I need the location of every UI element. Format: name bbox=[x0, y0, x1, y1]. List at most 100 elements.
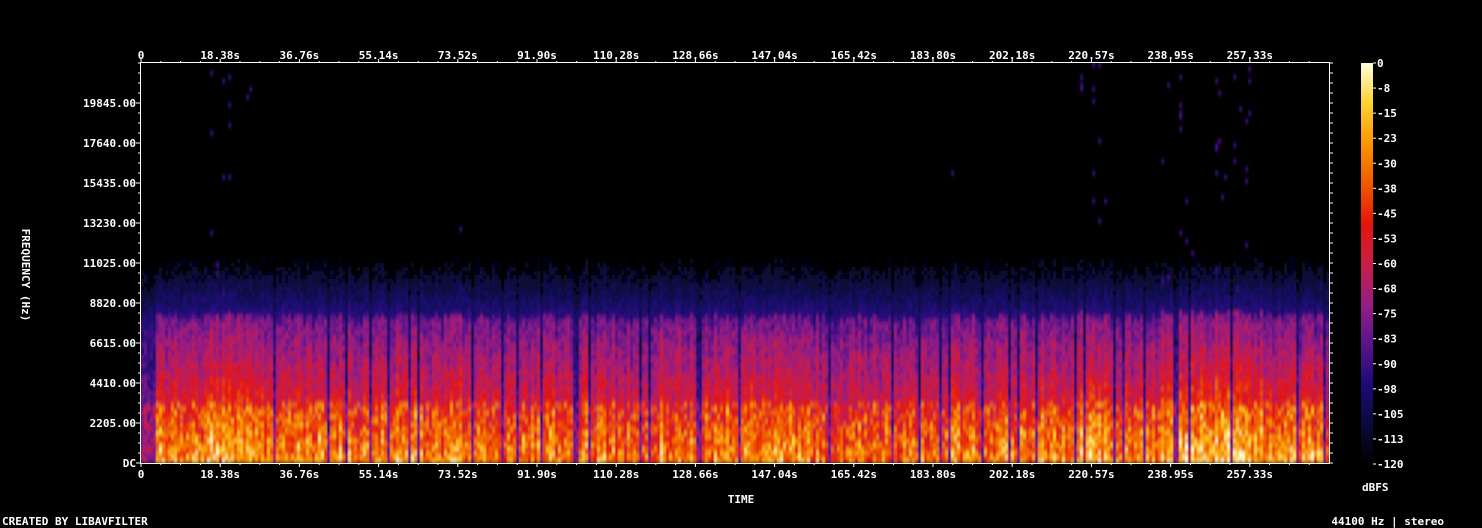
spectrogram-cell bbox=[357, 307, 361, 312]
spectrogram-cell bbox=[300, 283, 304, 288]
spectrogram-cell bbox=[198, 459, 202, 463]
spectrogram-cell bbox=[300, 367, 304, 372]
spectrogram-cell bbox=[189, 399, 193, 404]
spectrogram-cell bbox=[321, 327, 325, 332]
spectrogram-cell bbox=[291, 275, 295, 280]
spectrogram-cell bbox=[312, 451, 316, 456]
spectrogram-cell bbox=[384, 419, 388, 424]
spectrogram-cell bbox=[171, 375, 175, 380]
spectrogram-cell bbox=[213, 431, 217, 436]
spectrogram-cell bbox=[360, 303, 364, 308]
spectrogram-cell bbox=[147, 451, 151, 456]
spectrogram-cell bbox=[399, 291, 403, 296]
spectrogram-cell bbox=[246, 411, 250, 416]
spectrogram-cell bbox=[369, 399, 373, 404]
spectrogram-cell bbox=[186, 351, 190, 356]
spectrogram-cell bbox=[303, 307, 307, 312]
spectrogram-cell bbox=[276, 267, 280, 272]
spectrogram-cell bbox=[300, 263, 304, 268]
spectrogram-cell bbox=[300, 423, 304, 428]
spectrogram-cell bbox=[147, 275, 151, 280]
spectrogram-cell bbox=[396, 323, 400, 328]
spectrogram-cell bbox=[297, 419, 301, 424]
spectrogram-cell bbox=[417, 331, 421, 336]
spectrogram-cell bbox=[159, 423, 163, 428]
spectrogram-cell bbox=[360, 279, 364, 284]
spectrogram-cell bbox=[213, 359, 217, 364]
spectrogram-cell bbox=[234, 303, 238, 308]
spectrogram-cell bbox=[144, 363, 148, 368]
spectrogram-cell bbox=[378, 335, 382, 340]
spectrogram-cell bbox=[315, 439, 319, 444]
spectrogram-cell bbox=[354, 459, 358, 463]
spectrogram-cell bbox=[186, 427, 190, 432]
spectrogram-cell bbox=[285, 447, 289, 452]
spectrogram-cell bbox=[438, 431, 442, 436]
spectrogram-cell bbox=[411, 375, 415, 380]
spectrogram-cell bbox=[312, 447, 316, 452]
spectrogram-cell bbox=[447, 459, 451, 463]
spectrogram-cell bbox=[273, 431, 277, 436]
spectrogram-cell bbox=[372, 283, 376, 288]
spectrogram-cell bbox=[177, 411, 181, 416]
spectrogram-cell bbox=[336, 419, 340, 424]
spectrogram-cell bbox=[297, 311, 301, 316]
spectrogram-cell bbox=[192, 415, 196, 420]
spectrogram-cell bbox=[345, 327, 349, 332]
spectrogram-cell bbox=[372, 395, 376, 400]
spectrogram-cell bbox=[429, 419, 433, 424]
spectrogram-cell bbox=[399, 419, 403, 424]
spectrogram-cell bbox=[381, 307, 385, 312]
spectrogram-cell bbox=[231, 423, 235, 428]
spectrogram-cell bbox=[174, 415, 178, 420]
spectrogram-cell bbox=[156, 347, 160, 352]
spectrogram-cell bbox=[357, 291, 361, 296]
spectrogram-cell bbox=[279, 383, 283, 388]
spectrogram-cell bbox=[402, 323, 406, 328]
spectrogram-cell bbox=[234, 291, 238, 296]
spectrogram-cell bbox=[333, 331, 337, 336]
spectrogram-cell bbox=[411, 311, 415, 316]
spectrogram-cell bbox=[312, 331, 316, 336]
spectrogram-cell bbox=[327, 319, 331, 324]
spectrogram-cell bbox=[291, 291, 295, 296]
spectrogram-cell bbox=[387, 455, 391, 460]
spectrogram-cell bbox=[207, 459, 211, 463]
spectrogram-cell bbox=[333, 343, 337, 348]
spectrogram-cell bbox=[255, 267, 259, 272]
spectrogram-cell bbox=[159, 307, 163, 312]
spectrogram-cell bbox=[276, 383, 280, 388]
spectrogram-cell bbox=[165, 303, 169, 308]
spectrogram-cell bbox=[201, 415, 205, 420]
spectrogram-cell bbox=[333, 319, 337, 324]
spectrogram-cell bbox=[147, 443, 151, 448]
spectrogram-cell bbox=[351, 379, 355, 384]
spectrogram-cell bbox=[276, 323, 280, 328]
spectrogram-cell bbox=[213, 451, 217, 456]
spectrogram-cell bbox=[366, 331, 370, 336]
spectrogram-cell bbox=[435, 455, 439, 460]
spectrogram-cell bbox=[204, 267, 208, 272]
spectrogram-cell bbox=[429, 451, 433, 456]
spectrogram-cell bbox=[192, 323, 196, 328]
spectrogram-cell bbox=[441, 275, 445, 280]
spectrogram-cell bbox=[234, 435, 238, 440]
spectrogram-cell bbox=[189, 455, 193, 460]
spectrogram-cell bbox=[153, 407, 157, 412]
spectrogram-cell bbox=[228, 363, 232, 368]
spectrogram-cell bbox=[297, 351, 301, 356]
spectrogram-cell bbox=[327, 331, 331, 336]
spectrogram-cell bbox=[336, 267, 340, 272]
spectrogram-cell bbox=[441, 363, 445, 368]
spectrogram-cell bbox=[189, 287, 193, 292]
spectrogram-cell bbox=[258, 435, 262, 440]
spectrogram-cell bbox=[258, 395, 262, 400]
spectrogram-cell bbox=[381, 295, 385, 300]
spectrogram-cell bbox=[249, 455, 253, 460]
spectrogram-cell bbox=[315, 359, 319, 364]
spectrogram-cell bbox=[318, 295, 322, 300]
spectrogram-cell bbox=[165, 371, 169, 376]
spectrogram-cell bbox=[417, 359, 421, 364]
spectrogram-cell bbox=[150, 411, 154, 416]
spectrogram-cell bbox=[267, 291, 271, 296]
